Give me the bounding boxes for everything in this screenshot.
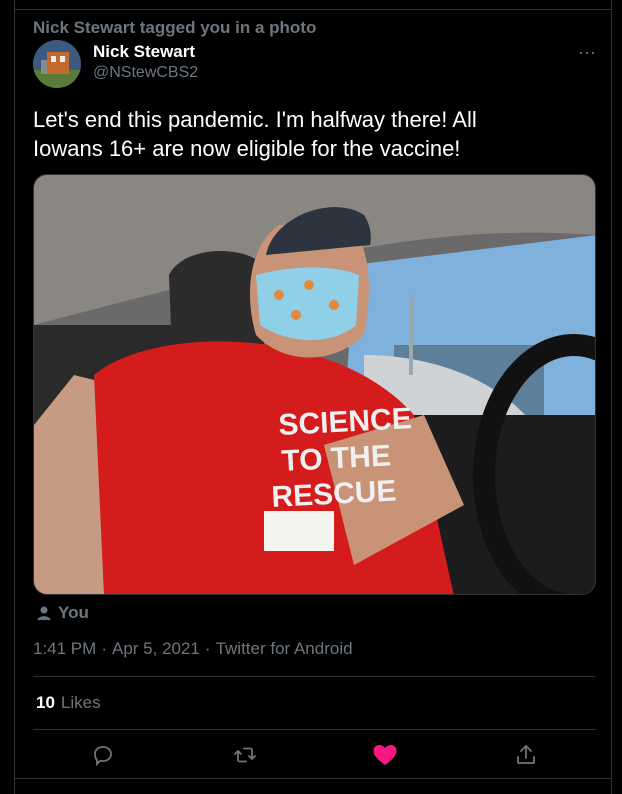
tagged-notification[interactable]: Nick Stewart tagged you in a photo [33, 18, 316, 38]
divider [14, 9, 612, 10]
tweet-photo[interactable]: SCIENCE TO THE RESCUE [33, 174, 596, 595]
tweet-time[interactable]: 1:41 PM [33, 639, 96, 659]
tagged-user-label: You [58, 603, 89, 622]
tagged-user[interactable]: You [36, 603, 89, 623]
tweet-text: Let's end this pandemic. I'm halfway the… [33, 105, 593, 163]
likes-count: 10 [36, 693, 55, 712]
tweet-text-line: Let's end this pandemic. I'm halfway the… [33, 107, 477, 132]
divider [33, 676, 596, 677]
tweet-metadata: 1:41 PM · Apr 5, 2021 · Twitter for Andr… [33, 639, 353, 659]
tweet-text-line: Iowans 16+ are now eligible for the vacc… [33, 136, 461, 161]
reply-icon[interactable] [90, 742, 116, 768]
shirt-text: TO THE [281, 439, 392, 478]
separator: · [101, 639, 107, 658]
divider [14, 778, 612, 779]
more-options-icon[interactable]: ··· [576, 42, 598, 62]
author-name[interactable]: Nick Stewart [93, 42, 195, 62]
like-icon[interactable] [372, 742, 398, 768]
person-icon [37, 606, 51, 620]
shirt-text: SCIENCE [278, 402, 413, 442]
divider [33, 729, 596, 730]
author-handle[interactable]: @NStewCBS2 [93, 64, 198, 82]
likes-stat[interactable]: 10 Likes [36, 693, 101, 713]
shirt-text: RESCUE [271, 474, 398, 513]
retweet-icon[interactable] [232, 742, 258, 768]
separator: · [204, 639, 211, 658]
share-icon[interactable] [513, 742, 539, 768]
tweet-date[interactable]: Apr 5, 2021 [112, 639, 200, 659]
avatar[interactable] [33, 40, 81, 88]
likes-label: Likes [60, 693, 101, 712]
tweet-source[interactable]: Twitter for Android [216, 639, 353, 659]
